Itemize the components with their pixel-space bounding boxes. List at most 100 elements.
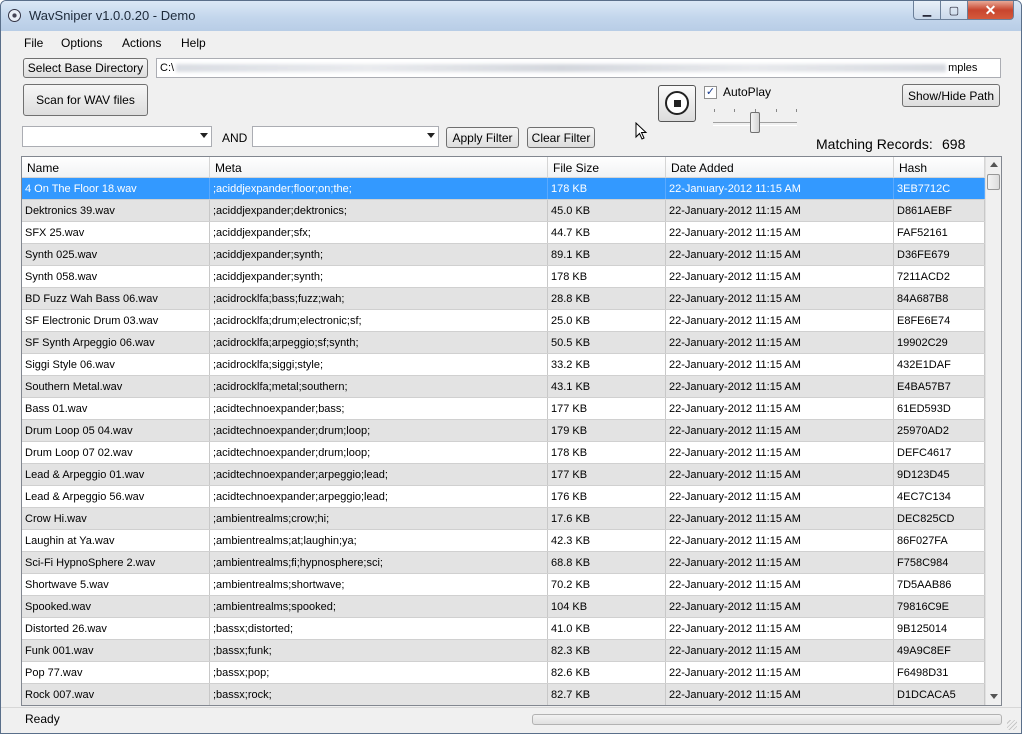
cell-meta: ;acidrocklfa;arpeggio;sf;synth;	[210, 332, 548, 353]
column-header-meta[interactable]: Meta	[210, 157, 548, 177]
cell-file-size: 82.6 KB	[548, 662, 666, 683]
menu-options[interactable]: Options	[61, 36, 102, 50]
table-row[interactable]: Pop 77.wav ;bassx;pop; 82.6 KB 22-January-2…	[22, 662, 985, 684]
menu-file[interactable]: File	[24, 36, 43, 50]
menu-actions[interactable]: Actions	[122, 36, 161, 50]
table-row[interactable]: Shortwave 5.wav ;ambientrealms;shortwave;…	[22, 574, 985, 596]
cell-file-size: 178 KB	[548, 442, 666, 463]
table-row[interactable]: Drum Loop 07 02.wav ;acidtechnoexpander;d…	[22, 442, 985, 464]
table-row[interactable]: Funk 001.wav ;bassx;funk; 82.3 KB 22-Januar…	[22, 640, 985, 662]
table-body: 4 On The Floor 18.wav ;aciddjexpander;flo…	[22, 178, 985, 705]
cell-meta: ;acidtechnoexpander;drum;loop;	[210, 420, 548, 441]
cell-hash: 7D5AAB86	[894, 574, 985, 595]
cell-hash: E8FE6E74	[894, 310, 985, 331]
title-bar[interactable]: WavSniper v1.0.0.20 - Demo ▁ ▢ ✕	[1, 1, 1021, 31]
table-row[interactable]: Spooked.wav ;ambientrealms;spooked; 104 KB…	[22, 596, 985, 618]
cell-meta: ;aciddjexpander;synth;	[210, 244, 548, 265]
autoplay-checkbox[interactable]: ✓	[704, 86, 717, 99]
column-header-date-added[interactable]: Date Added	[666, 157, 894, 177]
table-row[interactable]: Rock 007.wav ;bassx;rock; 82.7 KB 22-Januar…	[22, 684, 985, 705]
clear-filter-button[interactable]: Clear Filter	[527, 127, 595, 148]
table-row[interactable]: SF Synth Arpeggio 06.wav ;acidrocklfa;arp…	[22, 332, 985, 354]
show-hide-path-button[interactable]: Show/Hide Path	[902, 84, 1000, 107]
cell-hash: 19902C29	[894, 332, 985, 353]
scroll-up-icon[interactable]	[990, 162, 998, 167]
vertical-scrollbar[interactable]	[985, 157, 1001, 705]
slider-thumb[interactable]	[750, 112, 760, 133]
wav-file-table[interactable]: Name Meta File Size Date Added Hash 4 On…	[21, 156, 1002, 706]
minimize-button[interactable]: ▁	[913, 1, 941, 20]
cell-date-added: 22-January-2012 11:15 AM	[666, 684, 894, 705]
cell-meta: ;aciddjexpander;synth;	[210, 266, 548, 287]
cell-hash: E4BA57B7	[894, 376, 985, 397]
cell-hash: 3EB7712C	[894, 178, 985, 199]
cell-meta: ;acidrocklfa;bass;fuzz;wah;	[210, 288, 548, 309]
cell-hash: 84A687B8	[894, 288, 985, 309]
stop-button[interactable]	[658, 85, 696, 122]
scroll-down-icon[interactable]	[990, 694, 998, 699]
scroll-thumb[interactable]	[987, 174, 1000, 190]
table-row[interactable]: SF Electronic Drum 03.wav ;acidrocklfa;dr…	[22, 310, 985, 332]
cell-file-size: 68.8 KB	[548, 552, 666, 573]
cell-hash: F6498D31	[894, 662, 985, 683]
cell-file-size: 28.8 KB	[548, 288, 666, 309]
table-row[interactable]: SFX 25.wav ;aciddjexpander;sfx; 44.7 KB 22-…	[22, 222, 985, 244]
table-row[interactable]: 4 On The Floor 18.wav ;aciddjexpander;flo…	[22, 178, 985, 200]
table-row[interactable]: Drum Loop 05 04.wav ;acidtechnoexpander;d…	[22, 420, 985, 442]
cell-meta: ;bassx;rock;	[210, 684, 548, 705]
cell-date-added: 22-January-2012 11:15 AM	[666, 640, 894, 661]
cell-file-size: 50.5 KB	[548, 332, 666, 353]
menu-help[interactable]: Help	[181, 36, 206, 50]
resize-grip-icon[interactable]	[1007, 720, 1017, 730]
cell-meta: ;bassx;distorted;	[210, 618, 548, 639]
cell-date-added: 22-January-2012 11:15 AM	[666, 596, 894, 617]
table-row[interactable]: Crow Hi.wav ;ambientrealms;crow;hi; 17.6 K…	[22, 508, 985, 530]
column-header-file-size[interactable]: File Size	[548, 157, 666, 177]
table-row[interactable]: Laughin at Ya.wav ;ambientrealms;at;laugh…	[22, 530, 985, 552]
table-row[interactable]: Siggi Style 06.wav ;acidrocklfa;siggi;sty…	[22, 354, 985, 376]
filter-combo-1[interactable]	[22, 126, 212, 147]
path-field[interactable]: C:\ mples	[156, 58, 1001, 78]
table-row[interactable]: BD Fuzz Wah Bass 06.wav ;acidrocklfa;bass…	[22, 288, 985, 310]
close-button[interactable]: ✕	[967, 1, 1014, 20]
table-row[interactable]: Synth 058.wav ;aciddjexpander;synth; 178 K…	[22, 266, 985, 288]
table-row[interactable]: Distorted 26.wav ;bassx;distorted; 41.0 KB…	[22, 618, 985, 640]
cell-date-added: 22-January-2012 11:15 AM	[666, 222, 894, 243]
select-base-directory-button[interactable]: Select Base Directory	[23, 58, 148, 78]
cell-name: Drum Loop 07 02.wav	[22, 442, 210, 463]
cell-meta: ;bassx;pop;	[210, 662, 548, 683]
table-row[interactable]: Bass 01.wav ;acidtechnoexpander;bass; 177 …	[22, 398, 985, 420]
cell-meta: ;acidtechnoexpander;bass;	[210, 398, 548, 419]
table-row[interactable]: Southern Metal.wav ;acidrocklfa;metal;sou…	[22, 376, 985, 398]
cell-name: SF Electronic Drum 03.wav	[22, 310, 210, 331]
cell-file-size: 177 KB	[548, 398, 666, 419]
cell-meta: ;acidrocklfa;metal;southern;	[210, 376, 548, 397]
cell-file-size: 70.2 KB	[548, 574, 666, 595]
matching-records-count: 698	[942, 136, 966, 152]
cell-date-added: 22-January-2012 11:15 AM	[666, 376, 894, 397]
cell-meta: ;aciddjexpander;sfx;	[210, 222, 548, 243]
apply-filter-button[interactable]: Apply Filter	[446, 127, 519, 148]
column-header-name[interactable]: Name	[22, 157, 210, 177]
stop-icon	[665, 91, 689, 115]
table-row[interactable]: Lead & Arpeggio 56.wav ;acidtechnoexpande…	[22, 486, 985, 508]
cell-hash: 4EC7C134	[894, 486, 985, 507]
cell-file-size: 44.7 KB	[548, 222, 666, 243]
column-header-hash[interactable]: Hash	[894, 157, 985, 177]
cell-file-size: 178 KB	[548, 178, 666, 199]
maximize-button[interactable]: ▢	[940, 1, 968, 20]
cell-date-added: 22-January-2012 11:15 AM	[666, 420, 894, 441]
app-icon[interactable]	[8, 9, 21, 22]
scan-wav-button[interactable]: Scan for WAV files	[23, 84, 148, 116]
table-row[interactable]: Sci-Fi HypnoSphere 2.wav ;ambientrealms;f…	[22, 552, 985, 574]
table-row[interactable]: Synth 025.wav ;aciddjexpander;synth; 89.1 …	[22, 244, 985, 266]
cell-meta: ;ambientrealms;spooked;	[210, 596, 548, 617]
cell-meta: ;ambientrealms;shortwave;	[210, 574, 548, 595]
cell-date-added: 22-January-2012 11:15 AM	[666, 442, 894, 463]
table-row[interactable]: Dektronics 39.wav ;aciddjexpander;dektron…	[22, 200, 985, 222]
cell-file-size: 178 KB	[548, 266, 666, 287]
cell-name: Lead & Arpeggio 56.wav	[22, 486, 210, 507]
table-row[interactable]: Lead & Arpeggio 01.wav ;acidtechnoexpande…	[22, 464, 985, 486]
cell-file-size: 33.2 KB	[548, 354, 666, 375]
filter-combo-2[interactable]	[252, 126, 439, 147]
